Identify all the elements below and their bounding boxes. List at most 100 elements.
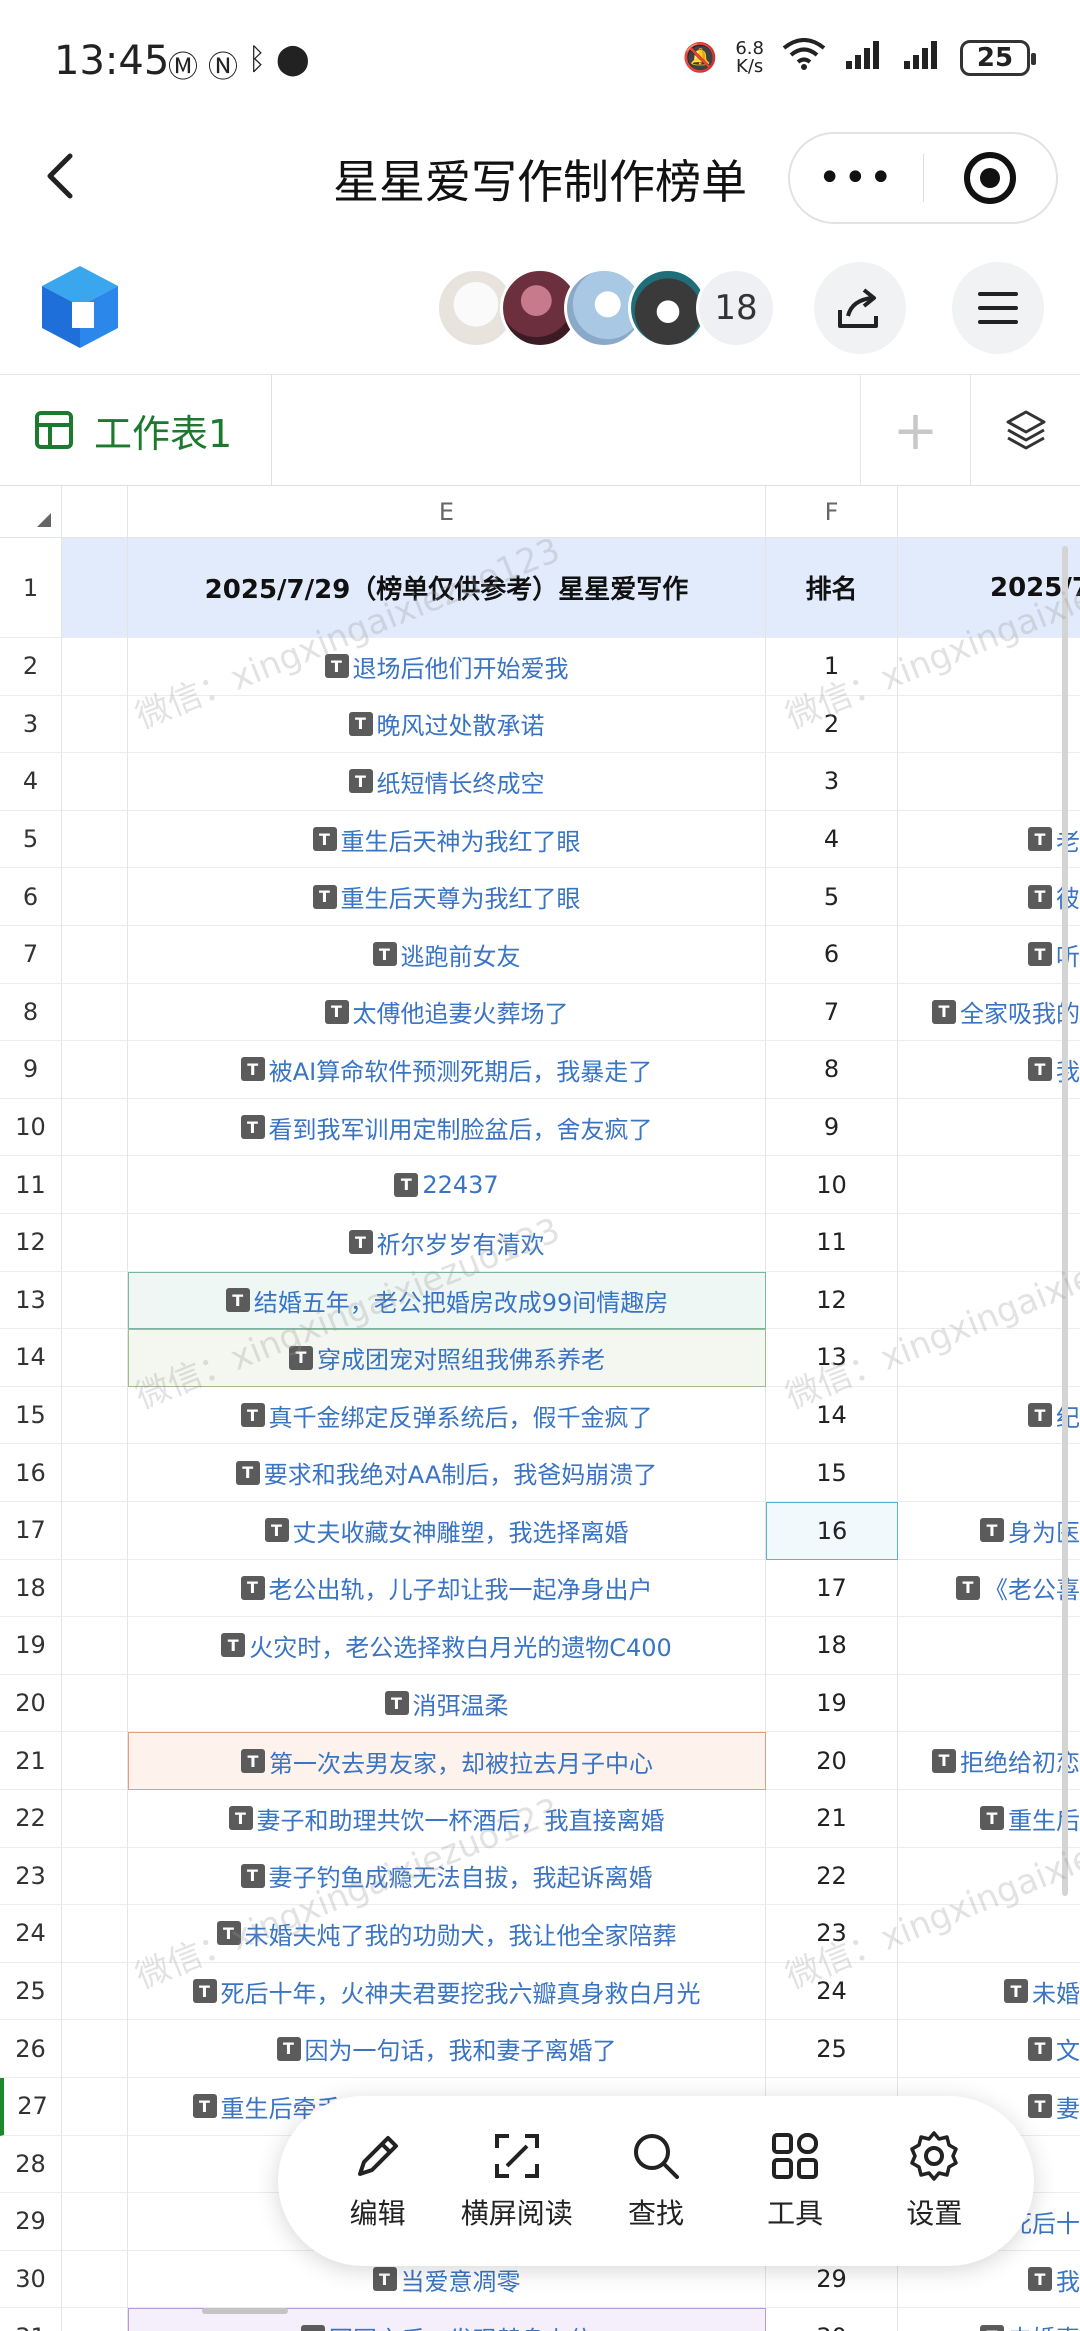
rank-cell[interactable]: 7 (766, 983, 898, 1042)
cell[interactable] (62, 2308, 128, 2331)
rank-cell[interactable]: 9 (766, 1098, 898, 1157)
title-cell[interactable]: T 第一次去男友家，却被拉去月子中心 (128, 1732, 766, 1790)
cell[interactable] (62, 538, 128, 638)
cell[interactable] (62, 638, 128, 696)
row-number[interactable]: 11 (0, 1156, 62, 1214)
cell[interactable] (62, 1444, 128, 1502)
tools-button[interactable]: 工具 (730, 2130, 860, 2232)
next-column-cell[interactable]: T我 (898, 1041, 1080, 1099)
next-column-cell[interactable] (898, 1214, 1080, 1272)
rank-cell[interactable]: 2 (766, 695, 898, 754)
column-header-d[interactable] (62, 486, 128, 538)
cell[interactable] (62, 1329, 128, 1387)
cell[interactable] (62, 753, 128, 811)
rank-cell[interactable]: 6 (766, 926, 898, 984)
cell[interactable] (62, 1790, 128, 1848)
title-cell[interactable]: T 结婚五年，老公把婚房改成99间情趣房 (128, 1271, 766, 1330)
cell[interactable] (62, 926, 128, 984)
cell[interactable] (62, 1271, 128, 1330)
next-column-cell[interactable]: T 未婚妻 (898, 2308, 1080, 2331)
rank-cell[interactable]: 24 (766, 1962, 898, 2021)
next-column-cell[interactable]: T老 (898, 811, 1080, 869)
rank-cell[interactable]: 20 (766, 1732, 898, 1790)
next-column-cell[interactable]: T彼 (898, 868, 1080, 926)
next-column-cell[interactable]: T纪 (898, 1387, 1080, 1445)
row-number[interactable]: 1 (0, 538, 62, 638)
select-all-corner[interactable] (0, 486, 62, 538)
title-cell[interactable]: T 逃跑前女友 (128, 926, 766, 984)
row-number[interactable]: 28 (0, 2135, 62, 2194)
next-column-cell[interactable] (898, 753, 1080, 811)
cell[interactable] (62, 1962, 128, 2021)
next-column-cell[interactable]: T 《老公喜 (898, 1560, 1080, 1618)
rank-cell[interactable]: 14 (766, 1386, 898, 1445)
header-cell-title[interactable]: 2025/7/29（榜单仅供参考）星星爱写作 (128, 538, 766, 638)
spreadsheet-grid[interactable]: E F 1 2025/7/29（榜单仅供参考）星星爱写作 排名 2025/7 2… (0, 486, 1080, 2331)
settings-button[interactable]: 设置 (869, 2130, 999, 2232)
title-cell[interactable]: T 消弭温柔 (128, 1674, 766, 1733)
next-column-cell[interactable]: T听 (898, 926, 1080, 984)
tab-sheet1[interactable]: 工作表1 (0, 375, 272, 485)
column-header-f[interactable]: F (766, 486, 898, 538)
rank-cell[interactable]: 4 (766, 810, 898, 869)
cell[interactable] (62, 1502, 128, 1560)
rank-cell[interactable]: 10 (766, 1156, 898, 1214)
row-number[interactable]: 15 (0, 1386, 62, 1445)
rank-cell[interactable]: 8 (766, 1041, 898, 1099)
cell[interactable] (62, 1674, 128, 1733)
rank-cell[interactable]: 11 (766, 1214, 898, 1272)
row-number[interactable]: 17 (0, 1502, 62, 1560)
header-cell-rank[interactable]: 排名 (766, 538, 898, 638)
cell[interactable] (62, 1617, 128, 1675)
next-column-cell[interactable]: T 重生后 (898, 1790, 1080, 1848)
cell[interactable] (62, 1041, 128, 1099)
next-column-cell[interactable] (898, 638, 1080, 696)
next-column-cell[interactable] (898, 1848, 1080, 1906)
row-number[interactable]: 12 (0, 1214, 62, 1272)
rank-cell[interactable]: 21 (766, 1790, 898, 1848)
next-column-cell[interactable] (898, 1617, 1080, 1675)
rank-cell[interactable]: 1 (766, 638, 898, 696)
next-column-cell[interactable] (898, 1156, 1080, 1214)
row-number[interactable]: 20 (0, 1674, 62, 1733)
next-column-cell[interactable] (898, 1905, 1080, 1963)
row-number[interactable]: 24 (0, 1905, 62, 1963)
rank-cell[interactable]: 18 (766, 1617, 898, 1675)
cell[interactable] (62, 2020, 128, 2078)
next-column-cell[interactable]: T 拒绝给初恋 (898, 1732, 1080, 1790)
row-number[interactable]: 23 (0, 1847, 62, 1906)
header-cell-next[interactable]: 2025/7 (898, 538, 1080, 638)
row-number[interactable]: 13 (0, 1271, 62, 1330)
rank-cell[interactable]: 12 (766, 1271, 898, 1330)
rank-cell[interactable]: 22 (766, 1847, 898, 1906)
title-cell[interactable]: T 晚风过处散承诺 (128, 695, 766, 754)
title-cell[interactable]: T 妻子和助理共饮一杯酒后，我直接离婚 (128, 1790, 766, 1848)
rank-cell[interactable]: 23 (766, 1905, 898, 1963)
collaborator-avatars[interactable]: 18 (436, 268, 776, 348)
title-cell[interactable]: T 看到我军训用定制脸盆后，舍友疯了 (128, 1098, 766, 1157)
title-cell[interactable]: T 重生后天尊为我红了眼 (128, 868, 766, 926)
cell[interactable] (62, 2250, 128, 2309)
cell[interactable] (62, 810, 128, 869)
title-cell[interactable]: T 穿成团宠对照组我佛系养老 (128, 1329, 766, 1387)
cell[interactable] (62, 2078, 128, 2136)
vertical-scrollbar[interactable] (1062, 546, 1068, 1896)
next-column-cell[interactable] (898, 1329, 1080, 1387)
layers-button[interactable] (970, 375, 1080, 485)
cell[interactable] (62, 983, 128, 1042)
rank-cell[interactable]: 16 (766, 1502, 898, 1560)
rank-cell[interactable]: 19 (766, 1674, 898, 1733)
cell[interactable] (62, 1732, 128, 1790)
next-column-cell[interactable] (898, 696, 1080, 754)
title-cell[interactable]: T 太傅他追妻火葬场了 (128, 983, 766, 1042)
row-number[interactable]: 18 (0, 1559, 62, 1618)
close-miniprogram-button[interactable] (923, 152, 1056, 204)
cell[interactable] (62, 695, 128, 754)
title-cell[interactable]: T 妻子钓鱼成瘾无法自拔，我起诉离婚 (128, 1847, 766, 1906)
next-column-cell[interactable] (898, 1444, 1080, 1502)
find-button[interactable]: 查找 (591, 2130, 721, 2232)
title-cell[interactable]: T 纸短情长终成空 (128, 753, 766, 811)
edit-button[interactable]: 编辑 (313, 2130, 443, 2232)
next-column-cell[interactable] (898, 1675, 1080, 1733)
menu-button[interactable] (952, 262, 1044, 354)
